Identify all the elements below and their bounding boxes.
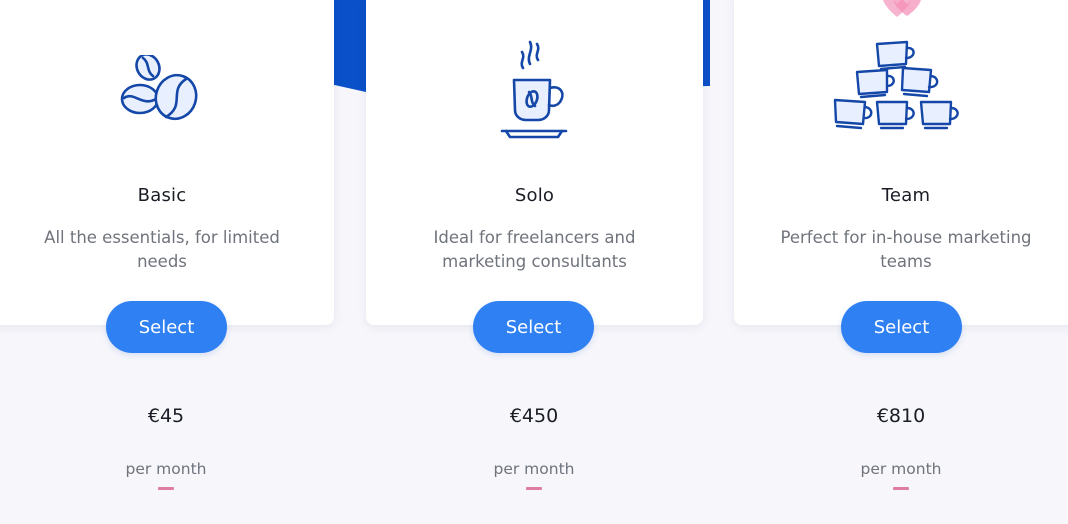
- plan-title: Team: [881, 185, 931, 206]
- accent-divider: [526, 487, 542, 490]
- accent-divider: [893, 487, 909, 490]
- plan-card-solo: Solo Ideal for freelancers and marketing…: [366, 0, 703, 325]
- price-basic: €45: [147, 405, 185, 427]
- accent-divider: [158, 487, 174, 490]
- price-team: €810: [876, 405, 926, 427]
- select-solo-button[interactable]: Select: [473, 301, 594, 353]
- select-team-button[interactable]: Select: [841, 301, 962, 353]
- hearts-icon: [883, 0, 921, 17]
- plan-title: Basic: [137, 185, 187, 206]
- price-solo: €450: [509, 405, 559, 427]
- plan-description: Ideal for freelancers and marketing cons…: [433, 228, 636, 271]
- stacked-cups-icon: [833, 40, 959, 130]
- billing-period-basic: per month: [125, 460, 207, 478]
- plan-card-basic: Basic All the essentials, for limited ne…: [0, 0, 334, 325]
- plan-card-team: Team Perfect for in-house marketing team…: [734, 0, 1068, 325]
- billing-period-team: per month: [860, 460, 942, 478]
- coffee-beans-icon: [120, 55, 198, 121]
- coffee-cup-icon: [500, 40, 567, 139]
- plan-title: Solo: [514, 185, 555, 206]
- plan-description: All the essentials, for limited needs: [44, 228, 280, 271]
- billing-period-solo: per month: [493, 460, 575, 478]
- select-basic-button[interactable]: Select: [106, 301, 227, 353]
- plan-description: Perfect for in-house marketing teams: [780, 228, 1032, 271]
